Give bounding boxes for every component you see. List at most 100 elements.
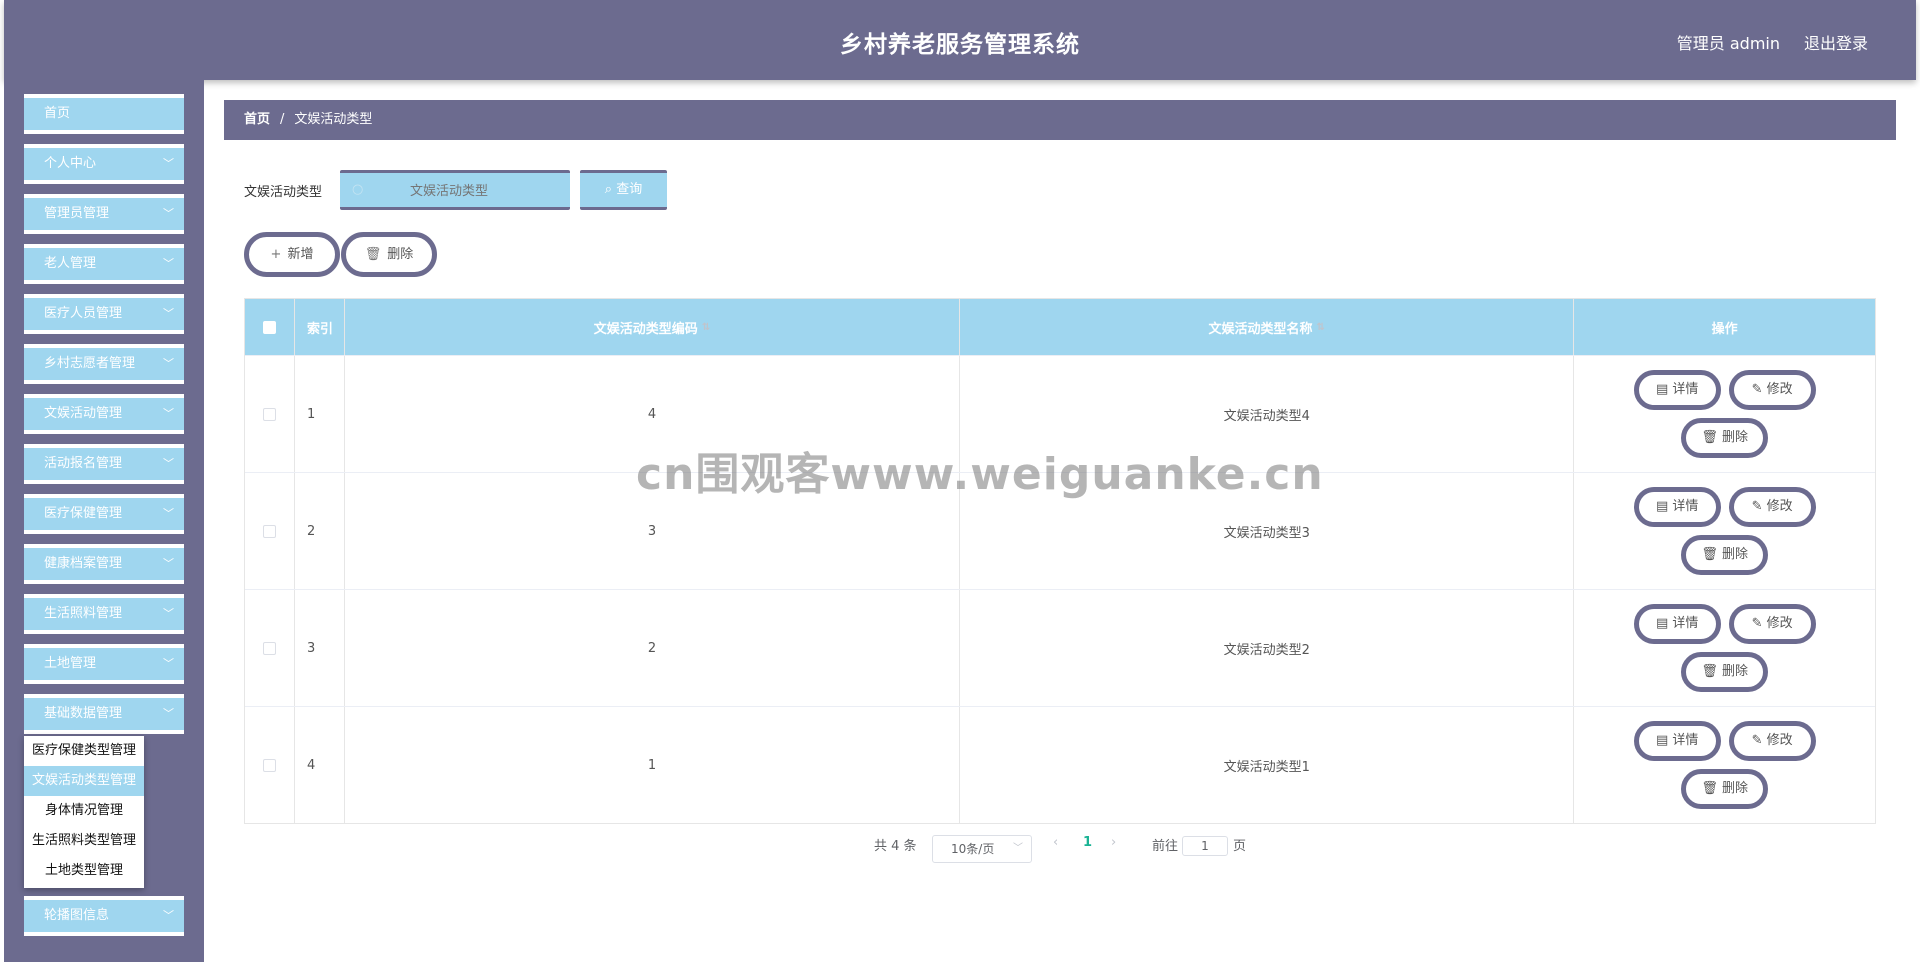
trash-icon: 🗑: [1701, 664, 1722, 679]
chevron-down-icon: ﹀: [163, 407, 174, 420]
chevron-down-icon: ﹀: [163, 557, 174, 570]
submenu-item-life-care-type[interactable]: 生活照料类型管理: [24, 826, 144, 856]
sidebar-item-home[interactable]: 首页: [24, 94, 184, 134]
breadcrumb: 首页 / 文娱活动类型: [224, 100, 1896, 140]
search-field[interactable]: ○: [340, 170, 570, 210]
chevron-down-icon: ﹀: [163, 157, 174, 170]
select-all-checkbox[interactable]: [262, 320, 276, 334]
sidebar-item-label: 医疗保健管理: [44, 506, 123, 521]
delete-label: 删除: [1721, 781, 1748, 796]
document-icon: ▤: [1655, 499, 1673, 514]
batch-delete-button[interactable]: 🗑 删除: [341, 232, 437, 277]
header-ops: 操作: [1711, 321, 1738, 337]
sidebar-item-activity-signup[interactable]: 活动报名管理 ﹀: [24, 444, 184, 484]
sidebar-item-label: 文娱活动管理: [44, 406, 123, 421]
delete-button[interactable]: 🗑 删除: [1681, 535, 1769, 575]
table-row: 4 1 文娱活动类型1 ▤ 详情 ✎ 修改 🗑 删除: [245, 706, 1875, 823]
sidebar-item-label: 基础数据管理: [44, 706, 123, 721]
edit-button[interactable]: ✎ 修改: [1728, 487, 1816, 527]
sidebar-item-carousel[interactable]: 轮播图信息 ﹀: [24, 896, 184, 936]
sidebar-item-label: 土地管理: [44, 656, 97, 671]
pencil-icon: ✎: [1751, 499, 1767, 514]
sidebar-item-life-care[interactable]: 生活照料管理 ﹀: [24, 594, 184, 634]
chevron-down-icon: ﹀: [163, 207, 174, 220]
breadcrumb-current: 文娱活动类型: [294, 112, 373, 127]
edit-button[interactable]: ✎ 修改: [1728, 604, 1816, 644]
detail-button[interactable]: ▤ 详情: [1633, 721, 1721, 761]
add-button[interactable]: + 新增: [244, 232, 340, 277]
page-number-current[interactable]: 1: [1083, 835, 1092, 850]
sidebar-item-label: 活动报名管理: [44, 456, 123, 471]
search-label: 文娱活动类型: [244, 185, 323, 200]
sidebar-item-volunteers[interactable]: 乡村志愿者管理 ﹀: [24, 344, 184, 384]
sort-icon[interactable]: ⇅: [1317, 322, 1325, 333]
sidebar-item-label: 医疗人员管理: [44, 306, 123, 321]
page-size-value: 10条/页: [951, 842, 995, 856]
submenu-item-entertainment-type[interactable]: 文娱活动类型管理: [24, 766, 144, 796]
watermark: cn围观客www.weiguanke.cn: [636, 449, 1324, 500]
logout-link[interactable]: 退出登录: [1804, 30, 1868, 54]
header-name[interactable]: 文娱活动类型名称 ⇅: [960, 299, 1575, 355]
sidebar-item-health-records[interactable]: 健康档案管理 ﹀: [24, 544, 184, 584]
prev-page-icon[interactable]: ‹: [1053, 835, 1058, 850]
detail-label: 详情: [1672, 499, 1699, 514]
chevron-down-icon: ﹀: [163, 909, 174, 922]
chevron-down-icon: ﹀: [163, 607, 174, 620]
goto-page-input[interactable]: 1: [1182, 836, 1228, 856]
row-checkbox[interactable]: [262, 407, 276, 421]
table-row: 3 2 文娱活动类型2 ▤ 详情 ✎ 修改 🗑 删除: [245, 589, 1875, 706]
chevron-down-icon: ﹀: [163, 307, 174, 320]
delete-button[interactable]: 🗑 删除: [1681, 652, 1769, 692]
next-page-icon[interactable]: ›: [1111, 835, 1116, 850]
search-button[interactable]: ⌕ 查询: [580, 170, 667, 210]
search-input[interactable]: [340, 173, 570, 207]
delete-label: 删除: [1721, 430, 1748, 445]
row-checkbox[interactable]: [262, 758, 276, 772]
submenu-item-medical-type[interactable]: 医疗保健类型管理: [24, 736, 144, 766]
sidebar-item-label: 生活照料管理: [44, 606, 123, 621]
header-index: 索引: [295, 299, 345, 355]
edit-button[interactable]: ✎ 修改: [1728, 721, 1816, 761]
chevron-down-icon: ﹀: [163, 457, 174, 470]
chevron-down-icon: ﹀: [163, 507, 174, 520]
detail-button[interactable]: ▤ 详情: [1633, 370, 1721, 410]
detail-button[interactable]: ▤ 详情: [1633, 487, 1721, 527]
header-code[interactable]: 文娱活动类型编码 ⇅: [345, 299, 961, 355]
page-size-select[interactable]: 10条/页 ﹀: [932, 835, 1032, 863]
edit-button[interactable]: ✎ 修改: [1728, 370, 1816, 410]
cell-ops: ▤ 详情 ✎ 修改 🗑 删除: [1574, 473, 1875, 589]
cell-code: 2: [345, 590, 961, 706]
detail-button[interactable]: ▤ 详情: [1633, 604, 1721, 644]
sidebar-item-land[interactable]: 土地管理 ﹀: [24, 644, 184, 684]
delete-label: 删除: [1721, 664, 1748, 679]
sidebar-item-basic-data[interactable]: 基础数据管理 ﹀: [24, 694, 184, 734]
search-button-label: 查询: [616, 182, 643, 197]
delete-button[interactable]: 🗑 删除: [1681, 769, 1769, 809]
pencil-icon: ✎: [1751, 616, 1767, 631]
sidebar-item-personal-center[interactable]: 个人中心 ﹀: [24, 144, 184, 184]
header-code-label: 文娱活动类型编码: [593, 321, 698, 337]
detail-label: 详情: [1672, 616, 1699, 631]
delete-button-label: 删除: [387, 247, 414, 262]
app-title: 乡村养老服务管理系统: [840, 32, 1080, 58]
row-checkbox[interactable]: [262, 641, 276, 655]
plus-icon: +: [270, 247, 282, 262]
sidebar-item-entertainment[interactable]: 文娱活动管理 ﹀: [24, 394, 184, 434]
sidebar-item-label: 轮播图信息: [44, 908, 110, 923]
chevron-down-icon: ﹀: [163, 707, 174, 720]
sidebar-item-medical-staff[interactable]: 医疗人员管理 ﹀: [24, 294, 184, 334]
submenu-item-body-condition[interactable]: 身体情况管理: [24, 796, 144, 826]
sidebar-item-admin-management[interactable]: 管理员管理 ﹀: [24, 194, 184, 234]
sidebar-item-elder-management[interactable]: 老人管理 ﹀: [24, 244, 184, 284]
sort-icon[interactable]: ⇅: [702, 322, 710, 333]
delete-button[interactable]: 🗑 删除: [1681, 418, 1769, 458]
breadcrumb-home[interactable]: 首页: [244, 112, 270, 127]
pencil-icon: ✎: [1751, 733, 1767, 748]
submenu-item-land-type[interactable]: 土地类型管理: [24, 856, 144, 886]
row-checkbox[interactable]: [262, 524, 276, 538]
sidebar-item-label: 健康档案管理: [44, 556, 123, 571]
document-icon: ▤: [1655, 382, 1673, 397]
trash-icon: 🗑: [1701, 547, 1722, 562]
chevron-down-icon: ﹀: [163, 257, 174, 270]
sidebar-item-healthcare[interactable]: 医疗保健管理 ﹀: [24, 494, 184, 534]
